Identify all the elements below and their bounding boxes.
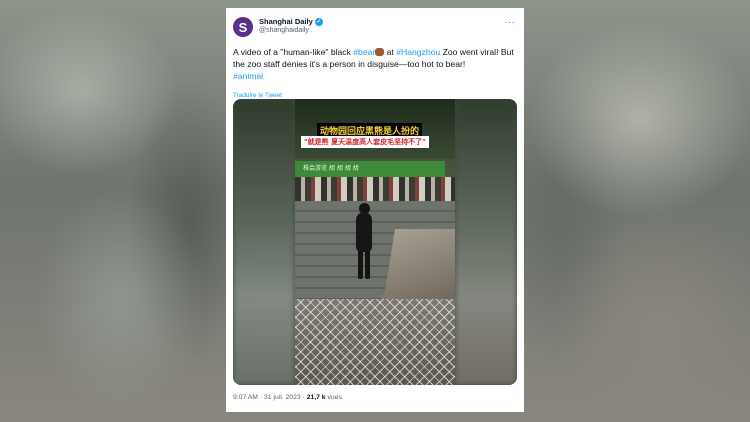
avatar-letter: S bbox=[238, 19, 248, 35]
video-crowd bbox=[295, 177, 455, 201]
tweet-date[interactable]: 31 juil. 2023 bbox=[264, 394, 301, 401]
tweet-text-part: at bbox=[384, 47, 397, 57]
bear-emoji-icon bbox=[375, 48, 385, 56]
tweet-time[interactable]: 9:07 AM bbox=[233, 394, 258, 401]
video-sign: 株会游览 胡 胡 胡 胡 bbox=[295, 161, 445, 177]
tweet-text-part: A video of a "human-like" black bbox=[233, 47, 354, 57]
tweet-meta: 9:07 AM · 31 juil. 2023 · 21,7 k vues bbox=[233, 394, 342, 401]
translate-tweet-link[interactable]: Traduire le Tweet bbox=[233, 92, 282, 99]
avatar[interactable]: S bbox=[233, 17, 253, 37]
tweet-text: A video of a "human-like" black #bear at… bbox=[233, 46, 519, 83]
tweet-video[interactable]: 株会游览 胡 胡 胡 胡 动物园回应黑熊是人扮的 "就是熊 夏天温度高人套皮毛坚… bbox=[233, 99, 517, 385]
hashtag-hangzhou[interactable]: #Hangzhou bbox=[396, 47, 440, 57]
tweet-card: S Shanghai Daily ✓ @shanghaidaily ··· A v… bbox=[226, 8, 524, 412]
author-name[interactable]: Shanghai Daily ✓ bbox=[259, 17, 323, 27]
more-options-icon[interactable]: ··· bbox=[505, 17, 516, 27]
video-fence bbox=[295, 299, 455, 385]
views-count: 21,7 k bbox=[306, 394, 326, 401]
standing-bear bbox=[355, 203, 373, 279]
video-blur-left bbox=[233, 99, 295, 385]
hashtag-bear[interactable]: #bear bbox=[353, 47, 375, 57]
video-frame[interactable]: 株会游览 胡 胡 胡 胡 动物园回应黑熊是人扮的 "就是熊 夏天温度高人套皮毛坚… bbox=[295, 99, 455, 385]
author-handle[interactable]: @shanghaidaily bbox=[259, 27, 309, 34]
tweet-header: S Shanghai Daily ✓ @shanghaidaily ··· bbox=[233, 17, 517, 39]
video-blur-right bbox=[455, 99, 517, 385]
video-caption-quote: "就是熊 夏天温度高人套皮毛坚持不了" bbox=[301, 136, 429, 148]
verified-badge-icon: ✓ bbox=[314, 18, 323, 27]
hashtag-animal[interactable]: #animal bbox=[233, 71, 263, 81]
views-label: vues bbox=[325, 394, 342, 401]
author-name-text: Shanghai Daily bbox=[259, 17, 313, 26]
